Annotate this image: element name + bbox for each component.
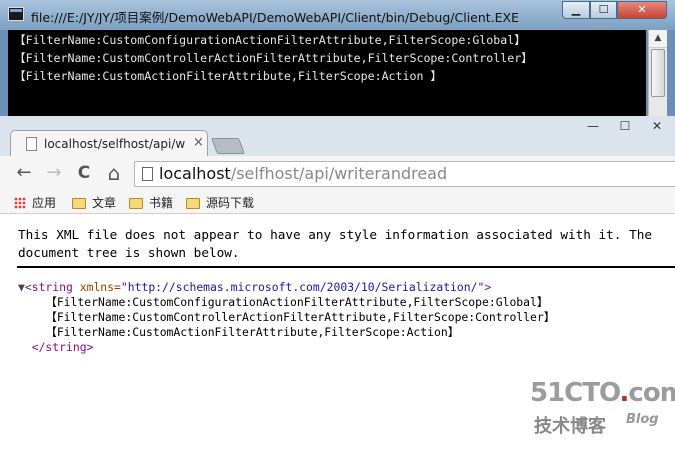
- xml-text-line: 【FilterName:CustomControllerActionFilter…: [45, 310, 556, 324]
- url-host: localhost: [159, 164, 231, 183]
- tab-strip: localhost/selfhost/api/w × — ☐ ✕: [0, 116, 675, 156]
- bookmark-source-download[interactable]: 源码下载: [186, 194, 254, 211]
- address-url[interactable]: localhost/selfhost/api/writerandread: [159, 164, 447, 183]
- bookmark-books[interactable]: 书籍: [129, 194, 173, 211]
- bookmark-articles[interactable]: 文章: [72, 194, 116, 211]
- scroll-up-icon[interactable]: ▲: [649, 30, 667, 48]
- watermark-logo: 51CTO.com: [530, 378, 675, 408]
- browser-close-button[interactable]: ✕: [642, 116, 672, 136]
- browser-minimize-button[interactable]: —: [578, 116, 608, 136]
- collapse-toggle-icon[interactable]: ▼: [18, 280, 25, 294]
- divider: [17, 266, 675, 268]
- watermark: 51CTO.com 技术博客 Blog: [530, 378, 675, 438]
- console-window: file:///E:/JY/JY/项目案例/DemoWebAPI/DemoWeb…: [0, 0, 675, 116]
- folder-icon: [186, 198, 200, 209]
- new-tab-button[interactable]: [211, 138, 245, 154]
- bookmark-label: 文章: [92, 196, 117, 210]
- bookmark-label: 书籍: [149, 196, 174, 210]
- watermark-blog: Blog: [626, 412, 659, 427]
- watermark-tagline: 技术博客: [534, 416, 606, 437]
- reload-icon[interactable]: C: [72, 161, 96, 185]
- tab-active[interactable]: localhost/selfhost/api/w ×: [10, 130, 208, 156]
- console-line: 【FilterName:CustomActionFilterAttribute,…: [14, 69, 443, 83]
- xml-close-tag: </string>: [31, 340, 94, 354]
- scroll-thumb[interactable]: [651, 49, 665, 97]
- console-titlebar[interactable]: file:///E:/JY/JY/项目案例/DemoWebAPI/DemoWeb…: [0, 0, 675, 30]
- page-icon: [26, 137, 37, 151]
- folder-icon: [129, 198, 143, 209]
- url-path: /selfhost/api/writerandread: [230, 164, 448, 183]
- console-minimize-button[interactable]: ▁: [562, 1, 590, 19]
- page-icon: [142, 167, 153, 181]
- xml-text-line: 【FilterName:CustomActionFilterAttribute,…: [45, 325, 460, 339]
- console-line: 【FilterName:CustomConfigurationActionFil…: [14, 33, 526, 47]
- home-icon[interactable]: ⌂: [102, 161, 126, 185]
- tab-title: localhost/selfhost/api/w: [44, 137, 186, 151]
- console-maximize-button[interactable]: ☐: [590, 1, 617, 19]
- xml-text-line: 【FilterName:CustomConfigurationActionFil…: [45, 295, 549, 309]
- browser-toolbar: ← → C ⌂ localhost/selfhost/api/writerand…: [0, 156, 675, 192]
- xml-style-warning: This XML file does not appear to have an…: [18, 226, 675, 262]
- console-scrollbar[interactable]: ▲: [648, 30, 667, 116]
- forward-arrow-icon[interactable]: →: [42, 161, 66, 185]
- tab-close-icon[interactable]: ×: [193, 135, 204, 150]
- console-close-button[interactable]: ✕: [617, 1, 667, 19]
- address-bar[interactable]: localhost/selfhost/api/writerandread: [134, 161, 675, 187]
- console-line: 【FilterName:CustomControllerActionFilter…: [14, 51, 533, 65]
- console-app-icon[interactable]: [8, 7, 24, 21]
- xml-open-tag: <string: [24, 280, 73, 294]
- bookmark-apps[interactable]: 应用: [14, 194, 56, 211]
- xml-attr-value: "http://schemas.microsoft.com/2003/10/Se…: [120, 280, 485, 294]
- warning-line: document tree is shown below.: [18, 245, 240, 260]
- xml-open-tag-end: >: [484, 280, 492, 294]
- warning-line: This XML file does not appear to have an…: [18, 227, 652, 242]
- browser-window-controls: — ☐ ✕: [578, 116, 675, 138]
- xml-tree: ▼<string xmlns="http://schemas.microsoft…: [18, 280, 555, 355]
- apps-icon: [14, 197, 26, 209]
- bookmark-label: 源码下载: [206, 196, 255, 210]
- bookmarks-bar: 应用 文章 书籍 源码下载: [0, 192, 675, 214]
- browser-maximize-button[interactable]: ☐: [610, 116, 640, 136]
- xml-attr-name: xmlns=: [72, 280, 121, 294]
- folder-icon: [72, 198, 86, 209]
- console-title: file:///E:/JY/JY/项目案例/DemoWebAPI/DemoWeb…: [31, 10, 520, 25]
- bookmark-label: 应用: [32, 196, 57, 210]
- console-output[interactable]: 【FilterName:CustomConfigurationActionFil…: [8, 30, 646, 116]
- back-arrow-icon[interactable]: ←: [12, 161, 36, 185]
